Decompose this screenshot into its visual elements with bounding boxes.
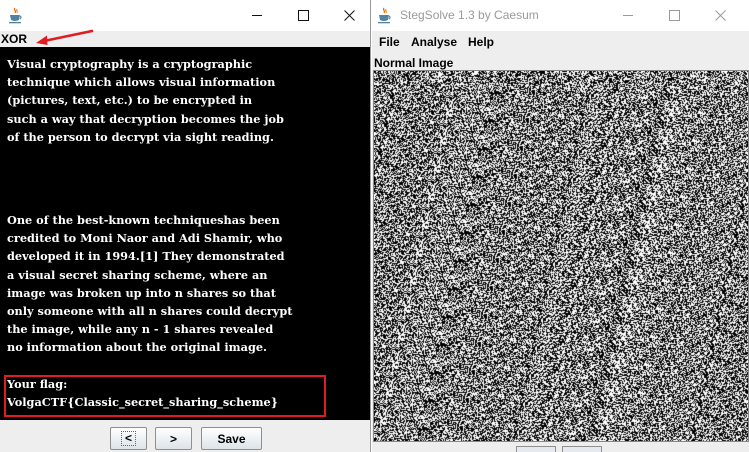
text-line: Visual cryptography is a cryptographic [7,57,253,71]
menu-analyse[interactable]: Analyse [411,31,457,53]
image-mode-label: Normal Image [374,56,454,70]
maximize-icon [297,10,309,21]
maximize-button[interactable] [651,0,697,31]
image-viewport[interactable] [373,70,749,442]
window-title: StegSolve 1.3 by Caesum [400,8,539,22]
text-line: the image, while any n - 1 shares reveal… [7,322,274,337]
xor-result-window: XOR Visual cryptography is a cryptograph… [0,0,371,452]
menu-file[interactable]: File [379,31,400,53]
text-line: only someone with all n shares could dec… [7,304,293,319]
paragraph-1: Visual cryptography is a cryptographic t… [7,55,284,146]
text-line: One of the best-known techniqueshas been [7,213,280,227]
navigation-bar: < > Save [0,420,370,452]
decoded-text-panel: Visual cryptography is a cryptographic t… [0,47,370,420]
text-line: a visual secret sharing scheme, where an [7,267,268,282]
text-line: no information about the original image. [7,340,267,355]
close-icon [714,10,726,21]
close-button[interactable] [697,0,743,31]
save-button[interactable]: Save [201,427,262,450]
text-line: image was broken up into n shares so tha… [7,285,276,300]
minimize-icon [251,15,262,16]
java-cup-icon [9,7,22,24]
stegsolve-window: StegSolve 1.3 by Caesum File Analyse Hel… [372,0,749,452]
menu-help[interactable]: Help [468,31,494,53]
next-plane-button[interactable] [562,446,602,452]
java-cup-icon [378,7,391,24]
next-button[interactable]: > [155,427,192,450]
text-line: such a way that decryption becomes the j… [7,111,284,126]
text-line: (pictures, text, etc.) to be encrypted i… [7,93,253,108]
menu-bar: File Analyse Help [372,31,749,53]
prev-plane-button[interactable] [516,446,556,452]
flag-highlight-box [4,375,326,417]
minimize-button[interactable] [605,0,651,31]
close-icon [343,10,355,21]
red-arrow-annotation [36,29,94,45]
minimize-button[interactable] [234,0,280,31]
text-line: technique which allows visual informatio… [7,75,276,90]
text-line: of the person to decrypt via sight readi… [7,129,274,144]
previous-label: < [120,431,136,446]
close-button[interactable] [326,0,372,31]
previous-button[interactable]: < [110,427,147,450]
text-line: developed it in 1994.[1] They demonstrat… [7,249,285,264]
minimize-icon [622,15,633,16]
maximize-icon [668,10,680,21]
noise-image [374,71,748,441]
right-titlebar[interactable]: StegSolve 1.3 by Caesum [372,0,749,31]
text-line: credited to Moni Naor and Adi Shamir, wh… [7,231,283,246]
paragraph-2: One of the best-known techniqueshas been… [7,211,292,357]
maximize-button[interactable] [280,0,326,31]
